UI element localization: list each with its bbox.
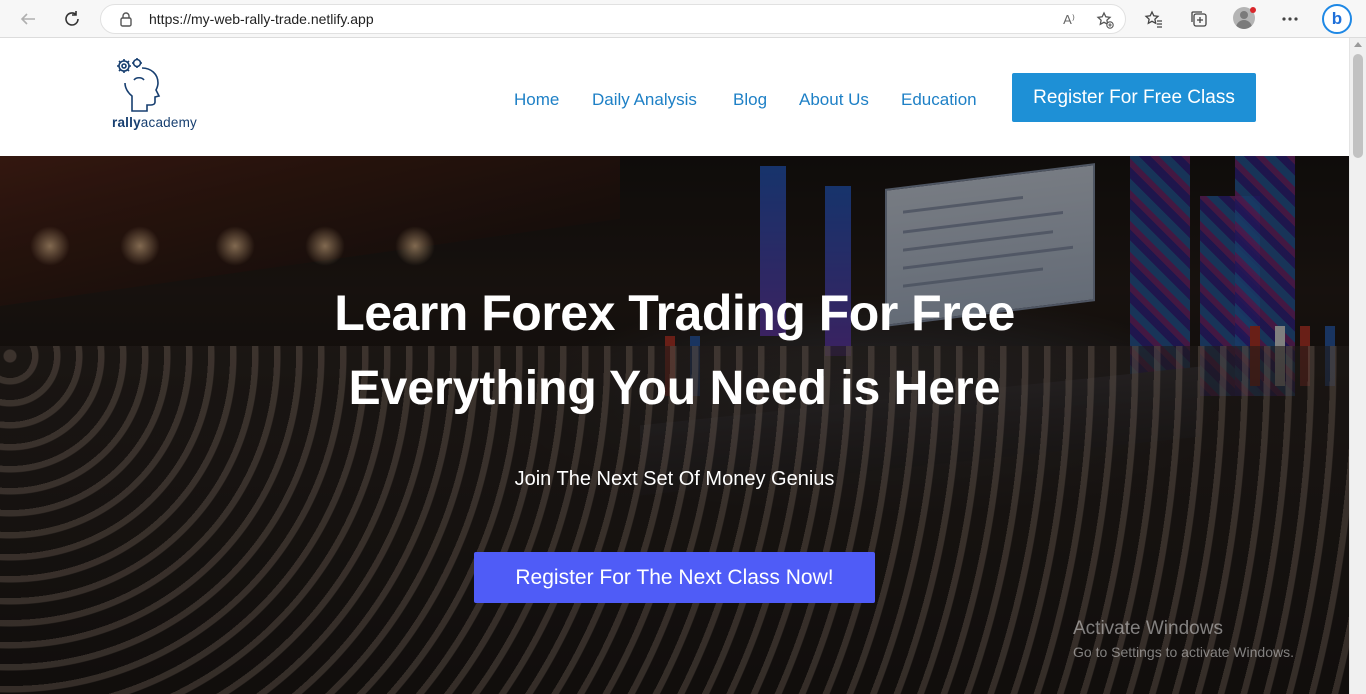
more-options-icon[interactable] [1276, 5, 1304, 33]
logo-wordmark: rallyacademy [112, 115, 202, 130]
hero-dark-overlay [0, 156, 1349, 694]
hero-section: Learn Forex Trading For Free Everything … [0, 156, 1349, 694]
add-favorite-icon[interactable] [1094, 9, 1116, 31]
scroll-up-arrow-icon[interactable] [1354, 42, 1362, 47]
url-text[interactable]: https://my-web-rally-trade.netlify.app [149, 11, 374, 27]
avatar-head-shape [1240, 11, 1248, 19]
rally-academy-logo[interactable]: rallyacademy [112, 56, 198, 136]
refresh-icon [65, 11, 79, 26]
collections-icon[interactable] [1185, 5, 1213, 33]
browser-toolbar: https://my-web-rally-trade.netlify.app A… [0, 0, 1366, 38]
activate-windows-subtitle: Go to Settings to activate Windows. [1073, 644, 1294, 660]
read-aloud-icon[interactable]: A⁾ [1058, 9, 1080, 31]
nav-about-us[interactable]: About Us [799, 90, 869, 110]
avatar-body-shape [1236, 20, 1252, 29]
logo-text-regular: academy [140, 115, 197, 130]
scrollbar-thumb[interactable] [1353, 54, 1363, 158]
refresh-button[interactable] [58, 5, 86, 33]
logo-text-bold: rally [112, 115, 141, 130]
nav-daily-analysis[interactable]: Daily Analysis [592, 90, 697, 110]
register-next-class-button[interactable]: Register For The Next Class Now! [474, 552, 875, 603]
nav-blog[interactable]: Blog [733, 90, 767, 110]
lock-icon[interactable] [119, 11, 133, 31]
favorites-icon[interactable] [1140, 5, 1168, 33]
notification-dot [1250, 7, 1256, 13]
address-bar[interactable]: https://my-web-rally-trade.netlify.app A… [100, 4, 1126, 34]
activate-windows-title: Activate Windows [1073, 618, 1223, 639]
back-button[interactable] [14, 5, 42, 33]
hero-title: Learn Forex Trading For Free [334, 285, 1015, 341]
head-gears-icon [117, 58, 161, 112]
page-scrollbar[interactable] [1349, 38, 1366, 694]
nav-home[interactable]: Home [514, 90, 559, 110]
register-free-class-button[interactable]: Register For Free Class [1012, 73, 1256, 122]
hero-tagline: Join The Next Set Of Money Genius [514, 468, 835, 490]
hero-subtitle: Everything You Need is Here [348, 362, 1001, 415]
nav-education[interactable]: Education [901, 90, 977, 110]
arrow-left-icon [20, 13, 35, 25]
bing-chat-icon[interactable]: b [1322, 4, 1352, 34]
site-header: rallyacademy Home Daily Analysis Blog Ab… [0, 38, 1349, 156]
